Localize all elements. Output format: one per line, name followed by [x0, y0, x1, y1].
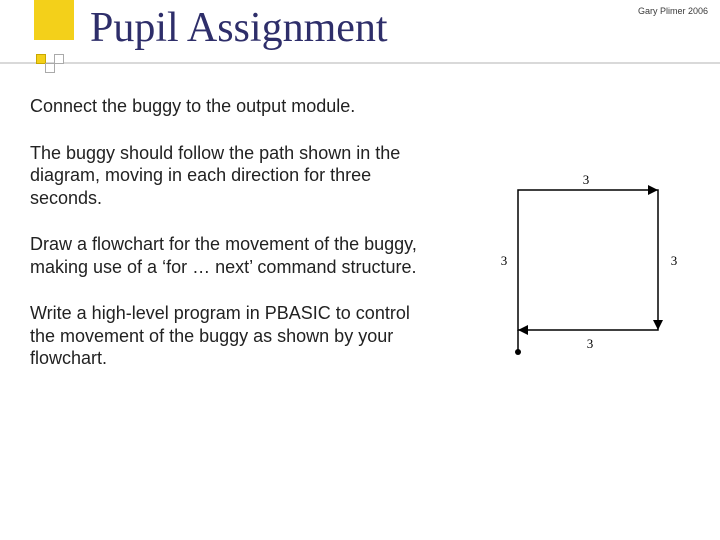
paragraph-1: Connect the buggy to the output module. [30, 95, 430, 118]
diagram-label-left: 3 [501, 253, 508, 268]
diagram-label-bottom: 3 [587, 336, 594, 351]
slide-header: Pupil Assignment [0, 0, 720, 70]
accent-block [34, 0, 74, 40]
paragraph-4: Write a high-level program in PBASIC to … [30, 302, 430, 370]
attribution-text: Gary Plimer 2006 [638, 6, 708, 16]
diagram-label-top: 3 [583, 172, 590, 187]
header-underline [0, 62, 720, 64]
page-title: Pupil Assignment [90, 4, 388, 52]
body-text: Connect the buggy to the output module. … [30, 95, 430, 394]
paragraph-2: The buggy should follow the path shown i… [30, 142, 430, 210]
path-diagram: 3 3 3 3 [478, 170, 698, 370]
paragraph-3: Draw a flowchart for the movement of the… [30, 233, 430, 278]
diagram-label-right: 3 [671, 253, 678, 268]
